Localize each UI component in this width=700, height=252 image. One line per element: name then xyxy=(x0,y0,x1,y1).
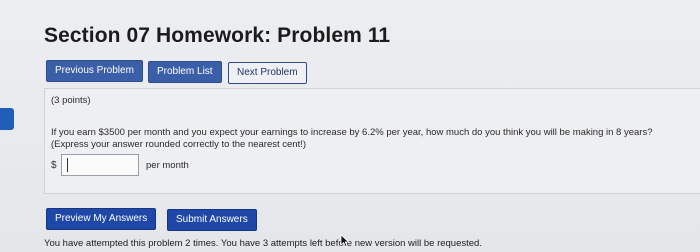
preview-answers-button[interactable]: Preview My Answers xyxy=(46,208,157,230)
sidebar-toggle-tab[interactable] xyxy=(0,108,14,130)
text-caret xyxy=(67,158,68,172)
answer-input[interactable] xyxy=(61,154,139,176)
page-title: Section 07 Homework: Problem 11 xyxy=(44,24,391,47)
points-label: (3 points) xyxy=(51,95,91,106)
previous-problem-button[interactable]: Previous Problem xyxy=(46,60,143,82)
problem-list-button[interactable]: Problem List xyxy=(148,61,222,83)
arrow-cursor-icon xyxy=(340,234,350,248)
unit-label: per month xyxy=(146,160,189,171)
homework-page: Section 07 Homework: Problem 11 Previous… xyxy=(0,0,700,252)
currency-symbol: $ xyxy=(51,160,57,171)
question-text: If you earn $3500 per month and you expe… xyxy=(51,127,653,138)
submit-answers-button[interactable]: Submit Answers xyxy=(167,209,257,231)
problem-question: If you earn $3500 per month and you expe… xyxy=(51,127,691,151)
next-problem-button[interactable]: Next Problem xyxy=(228,62,307,84)
question-instruction: (Express your answer rounded correctly t… xyxy=(51,139,307,150)
attempts-status: You have attempted this problem 2 times.… xyxy=(44,238,482,249)
